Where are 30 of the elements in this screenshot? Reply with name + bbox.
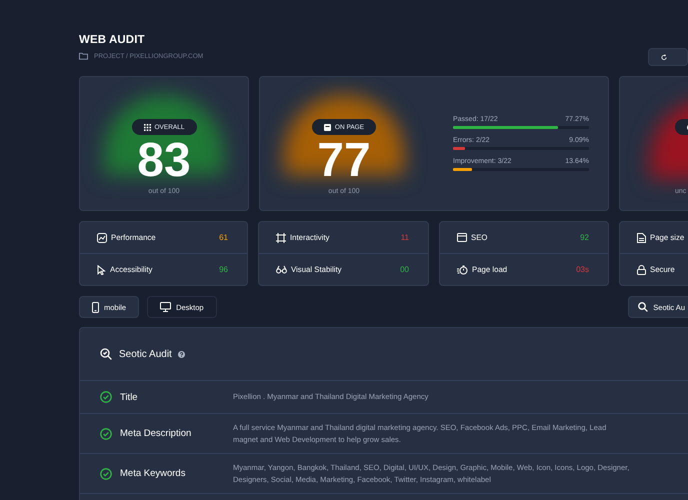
- glasses-icon: [276, 265, 287, 274]
- audit-item-name: Meta Keywords: [120, 468, 186, 479]
- page-title: WEB AUDIT: [79, 34, 146, 46]
- metric-value: 92: [580, 233, 589, 242]
- audit-item-name: Title: [120, 392, 138, 402]
- metric-value: 11: [400, 233, 409, 242]
- monitor-icon: [160, 302, 172, 312]
- document-icon: [637, 232, 646, 242]
- folder-icon: [79, 52, 88, 60]
- page-icon: [324, 124, 331, 130]
- search-icon: [100, 348, 112, 360]
- grid-icon: [144, 124, 150, 130]
- search-icon: [638, 302, 648, 312]
- pointer-icon: [97, 264, 106, 274]
- refresh-icon: [661, 52, 667, 62]
- phone-icon: [92, 302, 99, 312]
- lock-icon: [637, 264, 646, 274]
- audit-item-name: Meta Description: [120, 428, 192, 439]
- metric-value: 00: [400, 265, 409, 274]
- chart-icon: [97, 232, 107, 242]
- score-value: 77: [317, 138, 371, 184]
- stopwatch-icon: [457, 264, 468, 274]
- browser-icon: [457, 233, 467, 242]
- help-icon[interactable]: [178, 350, 185, 358]
- audit-title: Seotic Audit: [119, 348, 172, 360]
- score-value: 83: [137, 138, 191, 184]
- metric-value: 61: [219, 233, 228, 242]
- metric-value: 96: [219, 265, 228, 274]
- metric-value: 03s: [576, 265, 589, 274]
- frame-icon: [276, 232, 286, 242]
